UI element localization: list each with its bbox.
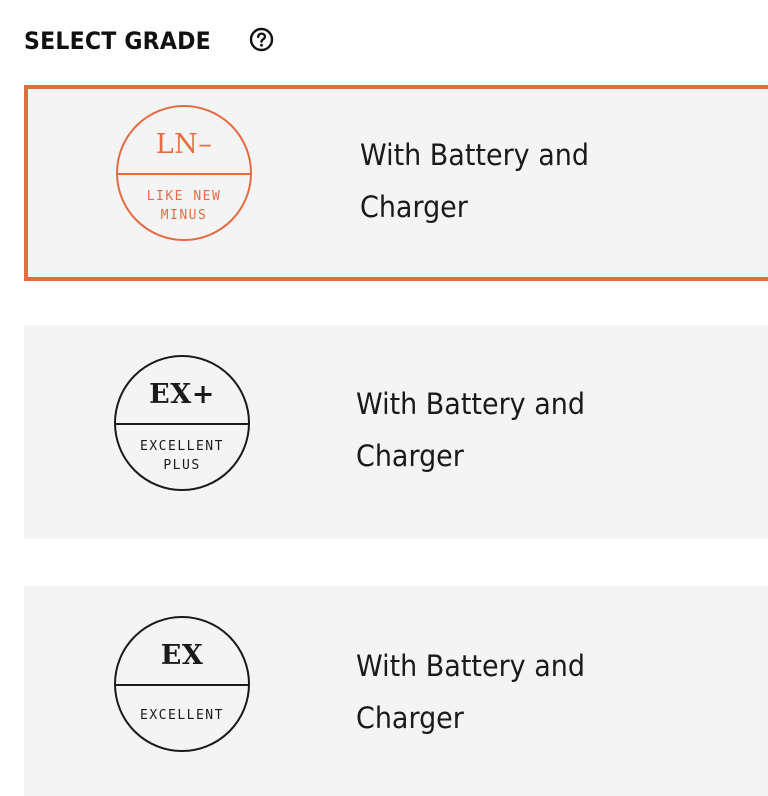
grade-badge: EX EXCELLENT (114, 616, 250, 752)
select-grade-title: SELECT GRADE (24, 27, 211, 55)
grade-code: LN– (155, 129, 213, 160)
badge-divider (116, 423, 248, 425)
grade-name: EXCELLENT (140, 708, 224, 723)
grade-description: With Battery and Charger (360, 138, 589, 224)
grade-description: With Battery and Charger (356, 649, 585, 735)
grade-name: EXCELLENT PLUS (140, 439, 224, 473)
grade-option-like-new-minus[interactable]: LN– LIKE NEW MINUS With Battery and Char… (24, 85, 768, 281)
grade-badge: LN– LIKE NEW MINUS (116, 105, 252, 241)
grade-name: LIKE NEW MINUS (146, 189, 222, 223)
grade-badge: EX+ EXCELLENT PLUS (114, 355, 250, 491)
grade-option-excellent-plus[interactable]: EX+ EXCELLENT PLUS With Battery and Char… (24, 325, 768, 539)
badge-divider (116, 684, 248, 686)
grade-description: With Battery and Charger (356, 387, 585, 473)
grade-header: SELECT GRADE (24, 27, 274, 55)
grade-code: EX+ (149, 379, 215, 410)
question-circle-icon[interactable] (249, 27, 274, 52)
grade-code: EX (160, 640, 204, 671)
badge-divider (118, 173, 250, 175)
grade-option-excellent[interactable]: EX EXCELLENT With Battery and Charger (24, 586, 768, 796)
